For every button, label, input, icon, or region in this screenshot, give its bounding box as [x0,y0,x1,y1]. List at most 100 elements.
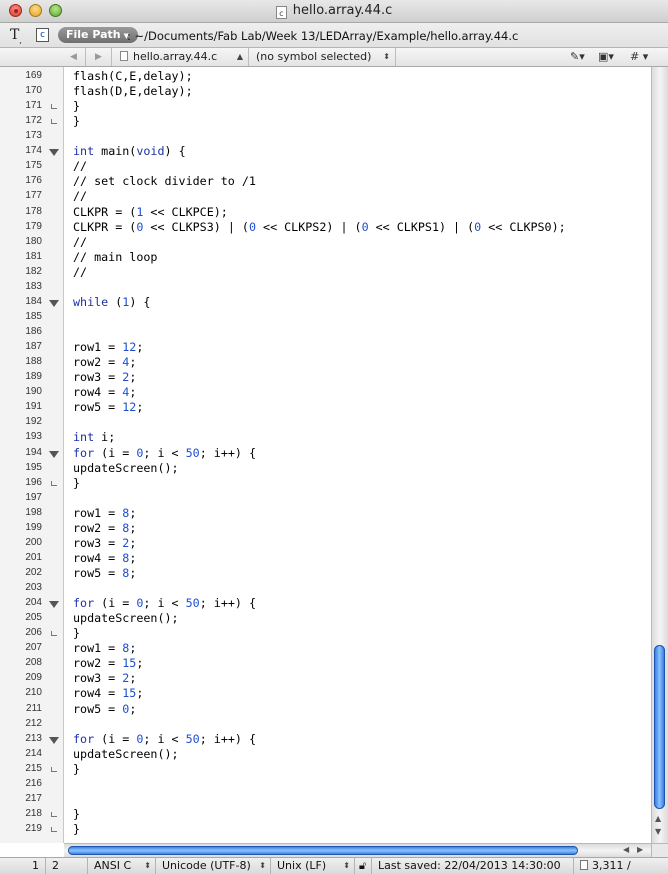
code-line[interactable]: row2 = 15; [73,656,143,670]
code-line[interactable]: // [73,159,87,173]
fold-end-icon[interactable] [51,766,57,772]
text-encoding-popup[interactable]: Unicode (UTF-8) ⬍ [156,858,271,874]
code-line[interactable]: updateScreen(); [73,611,179,625]
code-line[interactable]: // [73,189,87,203]
code-line[interactable]: } [73,762,80,776]
symbol-selector[interactable]: (no symbol selected) ⬍ [249,48,396,66]
c-document-icon[interactable]: c [275,6,287,19]
code-line[interactable]: row1 = 8; [73,641,136,655]
updown-arrows-icon: ▲ [236,52,243,61]
line-number: 177 [25,190,42,202]
cursor-column[interactable]: 2 [46,858,88,874]
line-number-gutter[interactable]: 169 170 171 172 173 174 175 176 177 178 179 180 181 1… [0,67,64,843]
updown-arrows-icon: ⬍ [259,861,266,870]
line-number: 215 [25,762,42,774]
code-line[interactable]: row5 = 0; [73,702,136,716]
line-number: 180 [25,235,42,247]
fold-triangle-icon[interactable] [49,299,59,307]
line-number: 213 [25,732,42,744]
fold-triangle-icon[interactable] [49,149,59,157]
code-line[interactable]: row4 = 8; [73,551,136,565]
horizontal-scroll-thumb[interactable] [68,846,578,855]
code-line[interactable]: // set clock divider to /1 [73,174,256,188]
code-line[interactable]: for (i = 0; i < 50; i++) { [73,446,256,460]
file-selector[interactable]: hello.array.44.c ▲ [112,48,249,66]
navigation-bar: ◀ ▶ hello.array.44.c ▲ (no symbol select… [0,48,668,67]
text-options-icon[interactable]: T, [10,27,22,45]
fold-end-icon[interactable] [51,119,57,125]
code-line[interactable]: } [73,807,80,821]
documents-icon[interactable]: ▣▾ [598,48,614,66]
code-line[interactable]: for (i = 0; i < 50; i++) { [73,596,256,610]
line-number: 207 [25,642,42,654]
cursor-line[interactable]: 1 [0,858,46,874]
code-line[interactable]: row1 = 8; [73,506,136,520]
code-line[interactable]: row4 = 15; [73,686,143,700]
code-line[interactable]: updateScreen(); [73,747,179,761]
syntax-language-popup[interactable]: ANSI C ⬍ [88,858,156,874]
code-line[interactable]: row4 = 4; [73,385,136,399]
vertical-scrollbar[interactable]: ▲ ▼ [651,67,668,843]
code-line[interactable]: // [73,265,87,279]
scroll-up-arrow-icon[interactable]: ▲ [655,814,661,823]
scroll-right-arrow-icon[interactable]: ▶ [637,845,643,854]
fold-end-icon[interactable] [51,827,57,832]
code-line[interactable]: } [73,476,80,490]
code-line[interactable]: while (1) { [73,295,150,309]
code-line[interactable]: flash(D,E,delay); [73,84,193,98]
code-line[interactable]: CLKPR = (0 << CLKPS3) | (0 << CLKPS2) | … [73,220,566,234]
line-number: 172 [25,115,42,127]
nav-tools: ✎▾ ▣▾ # ▾ [560,48,668,66]
code-line[interactable]: } [73,822,80,836]
line-number: 192 [25,416,42,428]
line-number: 204 [25,597,42,609]
fold-end-icon[interactable] [51,631,57,637]
code-editor[interactable]: flash(C,E,delay); flash(D,E,delay);}} int … [64,67,651,843]
code-line[interactable]: row2 = 8; [73,521,136,535]
code-line[interactable]: int i; [73,430,115,444]
fold-triangle-icon[interactable] [49,601,59,609]
hash-icon[interactable]: # ▾ [630,48,648,66]
line-number: 183 [25,280,42,292]
code-line[interactable]: CLKPR = (1 << CLKPCE); [73,205,228,219]
code-line[interactable]: row3 = 2; [73,370,136,384]
line-number: 200 [25,536,42,548]
code-line[interactable]: } [73,114,80,128]
code-line[interactable]: updateScreen(); [73,461,179,475]
code-line[interactable]: // main loop [73,250,157,264]
fold-triangle-icon[interactable] [49,736,59,744]
line-number: 186 [25,326,42,338]
pencil-icon[interactable]: ✎▾ [570,48,585,66]
code-line[interactable]: flash(C,E,delay); [73,69,193,83]
lock-icon[interactable]: 🔓︎ [355,858,372,874]
code-line[interactable]: row1 = 12; [73,340,143,354]
code-line[interactable]: row5 = 12; [73,400,143,414]
code-line[interactable]: } [73,99,80,113]
code-line[interactable]: row3 = 2; [73,671,136,685]
forward-button[interactable]: ▶ [86,48,112,66]
code-line[interactable]: int main(void) { [73,144,186,158]
line-number: 194 [25,446,42,458]
vertical-scroll-thumb[interactable] [654,645,665,809]
line-number: 190 [25,386,42,398]
line-endings-label: Unix (LF) [277,859,327,872]
code-line[interactable]: row2 = 4; [73,355,136,369]
code-line[interactable]: row3 = 2; [73,536,136,550]
fold-triangle-icon[interactable] [49,450,59,458]
updown-arrows-icon: ⬍ [343,861,350,870]
code-line[interactable]: row5 = 8; [73,566,136,580]
code-line[interactable]: // [73,235,87,249]
fold-end-icon[interactable] [51,104,57,110]
horizontal-scrollbar[interactable]: ◀ ▶ [64,843,651,857]
line-endings-popup[interactable]: Unix (LF) ⬍ [271,858,355,874]
back-button[interactable]: ◀ [62,48,86,66]
fold-end-icon[interactable] [51,480,57,486]
code-line[interactable]: } [73,626,80,640]
scroll-left-arrow-icon[interactable]: ◀ [623,845,629,854]
line-number: 174 [25,145,42,157]
scroll-down-arrow-icon[interactable]: ▼ [655,827,661,836]
fold-end-icon[interactable] [51,811,57,817]
code-line[interactable]: for (i = 0; i < 50; i++) { [73,732,256,746]
file-path-popup-button[interactable]: File Path ▼ [58,27,139,43]
language-icon[interactable]: c [36,28,49,42]
